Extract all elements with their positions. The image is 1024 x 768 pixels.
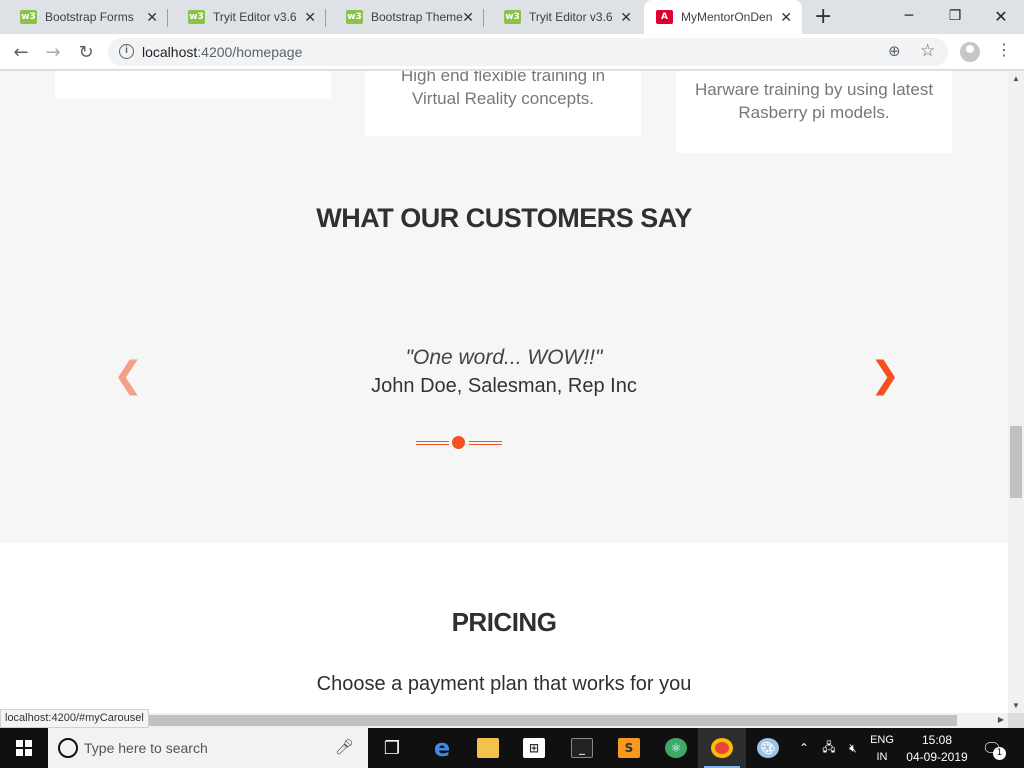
minimize-button[interactable]: ─: [886, 0, 932, 32]
card-text: High end flexible training in Virtual Re…: [400, 71, 606, 108]
task-view-icon[interactable]: ❐: [368, 728, 416, 768]
scroll-up-icon[interactable]: ▲: [1012, 74, 1020, 83]
action-center-icon[interactable]: 🗨︎ 1: [980, 736, 1006, 760]
edge-browser-icon[interactable]: e: [418, 728, 466, 768]
pricing-subtitle: Choose a payment plan that works for you: [316, 673, 692, 695]
notification-count-badge: 1: [993, 747, 1006, 760]
testimonials-title: WHAT OUR CUSTOMERS SAY: [316, 203, 692, 233]
testimonial-quote: "One word... WOW!!": [405, 346, 603, 369]
scrollbar-corner: [1008, 713, 1024, 728]
vertical-scrollbar[interactable]: ▲ ▼: [1008, 71, 1024, 713]
tab-title: Bootstrap Theme: [371, 10, 463, 24]
scroll-down-icon[interactable]: ▼: [1012, 701, 1020, 710]
kebab-menu-icon[interactable]: ⋮: [996, 40, 1012, 59]
tab-tryit-editor-2[interactable]: w3 Tryit Editor v3.6 ✕: [484, 0, 642, 34]
windows-logo-icon: [16, 740, 32, 756]
carousel-indicator[interactable]: [469, 441, 502, 445]
service-card-1: [55, 71, 331, 99]
scrollbar-thumb[interactable]: [1010, 426, 1022, 498]
browser-toolbar: ← → ↻ i localhost:4200/homepage ⊕ ☆ ⋮: [0, 34, 1024, 70]
bookmark-star-icon[interactable]: ☆: [920, 41, 935, 61]
cortana-icon: [58, 738, 78, 758]
microphone-icon[interactable]: 🎤︎: [335, 738, 354, 756]
store-icon[interactable]: ⊞: [510, 728, 558, 768]
tab-title: MyMentorOnDen: [681, 10, 773, 24]
restore-button[interactable]: ❐: [932, 0, 978, 32]
clock-date: 04-09-2019: [906, 750, 968, 764]
carousel-indicator-active[interactable]: [452, 436, 465, 449]
clock-time: 15:08: [921, 733, 953, 747]
tab-bootstrap-forms[interactable]: w3 Bootstrap Forms ✕: [0, 0, 168, 34]
atom-editor-icon[interactable]: ⚛: [652, 728, 700, 768]
input-language-indicator[interactable]: ENG IN: [866, 732, 898, 766]
close-tab-icon[interactable]: ✕: [462, 10, 474, 26]
carousel-next-arrow-icon[interactable]: ❯: [870, 355, 900, 396]
address-url[interactable]: localhost:4200/homepage: [142, 44, 302, 60]
zoom-icon[interactable]: ⊕: [888, 42, 901, 60]
chrome-browser-icon[interactable]: [698, 728, 746, 768]
card-text: Harware training by using latest Rasberr…: [694, 80, 934, 122]
w3schools-favicon-icon: w3: [20, 10, 37, 24]
page-viewport: High end flexible training in Virtual Re…: [0, 71, 1008, 713]
close-tab-icon[interactable]: ✕: [780, 10, 792, 26]
sublime-text-icon[interactable]: S: [605, 728, 653, 768]
search-placeholder: Type here to search: [84, 740, 208, 756]
forward-arrow-icon[interactable]: →: [40, 39, 66, 65]
w3schools-favicon-icon: w3: [346, 10, 363, 24]
status-bubble: localhost:4200/#myCarousel: [0, 709, 149, 728]
url-path: :4200/homepage: [197, 44, 303, 60]
tab-tryit-editor-1[interactable]: w3 Tryit Editor v3.6 ✕: [168, 0, 326, 34]
windows-taskbar: Type here to search 🎤︎ ❐ e ⊞ _ S ⚛ 🎨︎ ⌃ …: [0, 728, 1024, 768]
lang-code: ENG: [870, 734, 894, 746]
address-bar[interactable]: i localhost:4200/homepage ⊕ ☆: [108, 38, 948, 66]
scroll-right-icon[interactable]: ▶: [998, 715, 1004, 724]
new-tab-button[interactable]: +: [814, 4, 832, 29]
carousel-indicator[interactable]: [416, 441, 449, 445]
taskbar-search-box[interactable]: Type here to search 🎤︎: [48, 728, 368, 768]
horizontal-scrollbar[interactable]: ▶: [0, 713, 1008, 728]
tab-strip: w3 Bootstrap Forms ✕ w3 Tryit Editor v3.…: [0, 0, 1024, 34]
service-card-vr: High end flexible training in Virtual Re…: [365, 71, 641, 136]
angular-favicon-icon: A: [656, 10, 673, 24]
start-button[interactable]: [0, 728, 48, 768]
network-icon[interactable]: 🖧︎: [818, 728, 840, 768]
tab-mymentorondemand[interactable]: A MyMentorOnDen ✕: [644, 0, 802, 34]
pricing-section: PRICING Choose a payment plan that works…: [0, 543, 1008, 713]
close-tab-icon[interactable]: ✕: [620, 10, 632, 26]
volume-muted-icon[interactable]: 🔇︎: [842, 728, 864, 768]
tab-bootstrap-theme[interactable]: w3 Bootstrap Theme ✕: [326, 0, 484, 34]
terminal-icon[interactable]: _: [558, 728, 606, 768]
file-explorer-icon[interactable]: [464, 728, 512, 768]
site-info-icon[interactable]: i: [119, 44, 134, 59]
close-tab-icon[interactable]: ✕: [304, 10, 316, 26]
w3schools-favicon-icon: w3: [188, 10, 205, 24]
service-card-hardware: Harware training by using latest Rasberr…: [676, 71, 952, 153]
w3schools-favicon-icon: w3: [504, 10, 521, 24]
show-hidden-icons-chevron-icon[interactable]: ⌃: [794, 728, 814, 768]
region-code: IN: [876, 751, 888, 763]
close-window-button[interactable]: ✕: [978, 0, 1024, 32]
url-host: localhost: [142, 44, 198, 60]
paint-icon[interactable]: 🎨︎: [744, 728, 792, 768]
profile-avatar-icon[interactable]: [960, 42, 980, 62]
close-tab-icon[interactable]: ✕: [146, 10, 158, 26]
back-arrow-icon[interactable]: ←: [8, 39, 34, 65]
pricing-title: PRICING: [451, 607, 557, 637]
system-clock[interactable]: 15:08 04-09-2019: [898, 732, 976, 766]
tab-title: Bootstrap Forms: [45, 10, 134, 24]
carousel-indicators: [416, 435, 506, 451]
reload-icon[interactable]: ↻: [73, 39, 99, 65]
testimonial-author: John Doe, Salesman, Rep Inc: [371, 375, 637, 397]
